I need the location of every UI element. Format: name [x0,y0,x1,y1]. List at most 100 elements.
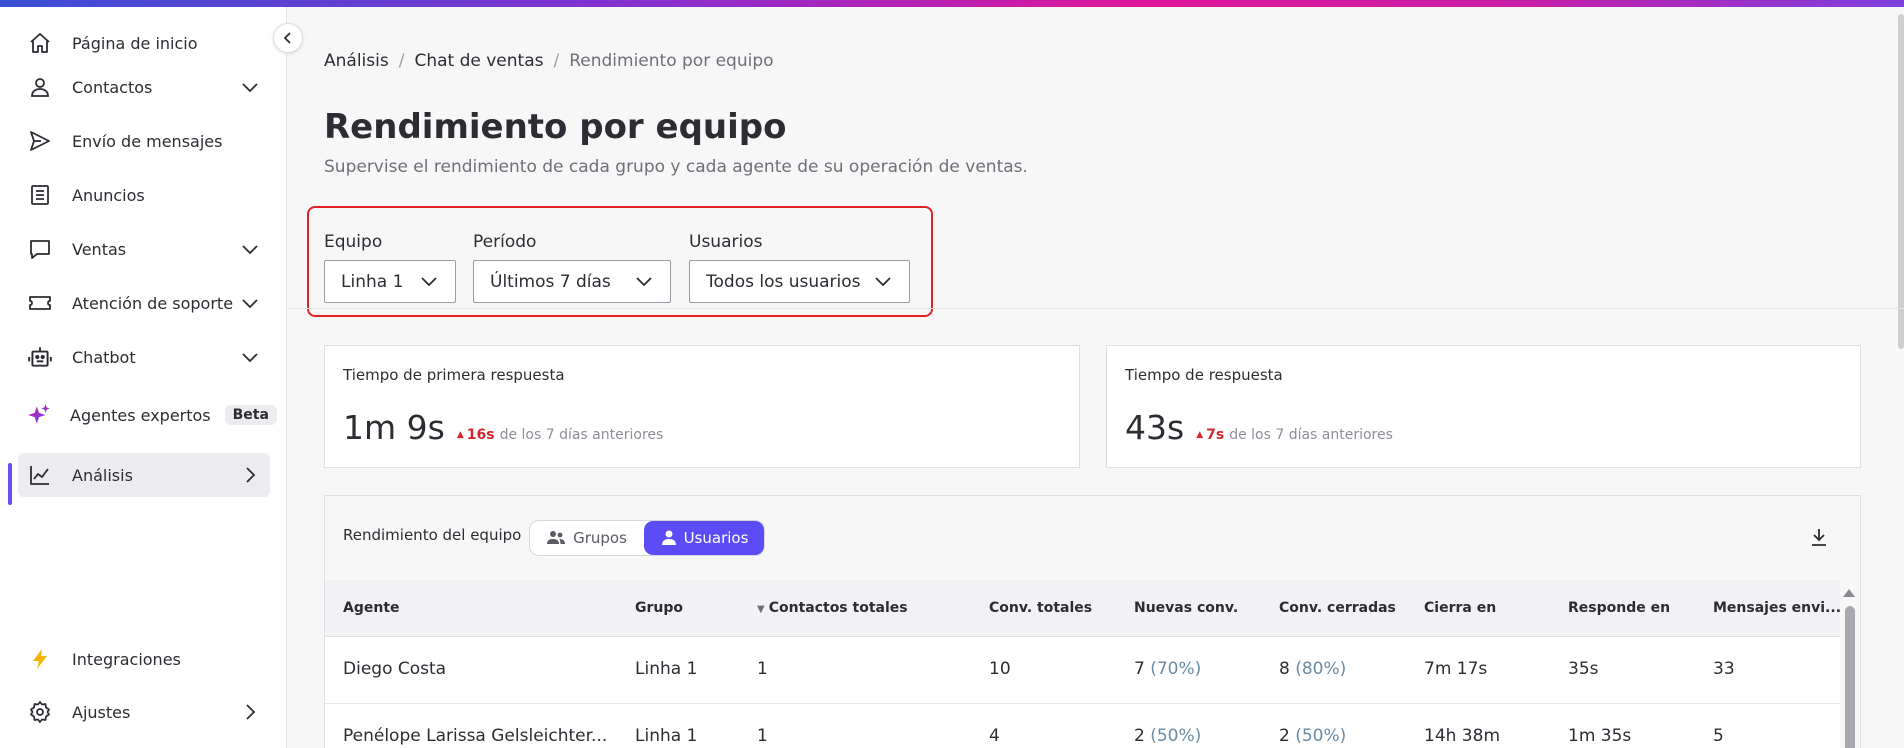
users-toggle-label: Usuarios [683,529,749,547]
home-icon [26,29,54,57]
cell-percent: (50%) [1295,726,1347,746]
chevron-right-icon [246,704,256,720]
column-header-total-convs[interactable]: Conv. totales [989,600,1092,616]
column-header-closed-convs[interactable]: Conv. cerradas [1279,600,1396,616]
period-select[interactable]: Últimos 7 días [473,260,671,303]
section-divider [288,308,1904,309]
cell-total-convs: 10 [989,659,1011,679]
table-row[interactable]: Penélope Larissa Gelsleichter... Linha 1… [325,704,1842,748]
metric-value: 43s [1125,408,1185,447]
table-scroll-thumb[interactable] [1845,606,1855,748]
cell-new-convs: 7 (70%) [1134,659,1201,679]
cell-group: Linha 1 [635,726,698,746]
metric-delta-value: 7s [1206,427,1225,443]
chevron-down-icon [421,276,437,286]
sidebar-item-support[interactable]: Atención de soporte [18,281,270,325]
table-row[interactable]: Diego Costa Linha 1 1 10 7 (70%) 8 (80%)… [325,637,1842,704]
metric-title: Tiempo de primera respuesta [343,366,565,384]
team-filter: Equipo Linha 1 [324,232,456,303]
column-header-new-convs[interactable]: Nuevas conv. [1134,600,1238,616]
cell-value: 8 [1279,659,1290,679]
sidebar-item-integrations[interactable]: Integraciones [18,637,270,681]
cell-percent: (70%) [1150,659,1202,679]
users-filter-label: Usuarios [689,232,763,252]
sidebar-item-settings[interactable]: Ajustes [18,690,270,734]
sidebar-item-expert-agents[interactable]: Agentes expertos Beta [18,393,277,437]
sidebar: Página de inicio Contactos Envío de mens… [0,7,287,748]
breadcrumb-current: Rendimiento por equipo [569,51,774,71]
groups-toggle-button[interactable]: Grupos [530,521,644,555]
metric-comparison: de los 7 días anteriores [499,427,664,443]
sidebar-item-label: Chatbot [72,347,136,367]
sparkle-icon [26,401,52,429]
main-content: Análisis / Chat de ventas / Rendimiento por … [288,7,1904,748]
users-filter: Usuarios Todos los usuarios [689,232,910,303]
sidebar-item-label: Ventas [72,239,127,259]
cell-agent: Diego Costa [343,659,447,679]
cell-responds-in: 1m 35s [1568,726,1632,746]
chevron-right-icon [246,467,256,483]
table-header: Agente Grupo ▼ Contactos totales Conv. to… [325,580,1842,637]
chevron-down-icon [242,245,258,255]
column-header-agent[interactable]: Agente [343,600,400,616]
breadcrumb-link-analytics[interactable]: Análisis [324,51,389,71]
metric-comparison: de los 7 días anteriores [1229,427,1393,443]
cell-messages: 33 [1713,659,1735,679]
users-select[interactable]: Todos los usuarios [689,260,910,303]
breadcrumb: Análisis / Chat de ventas / Rendimiento por … [324,51,774,71]
metric-delta-value: 16s [466,427,495,443]
team-select[interactable]: Linha 1 [324,260,456,303]
cell-value: 2 [1279,726,1290,746]
column-header-total-contacts[interactable]: ▼ Contactos totales [757,600,908,616]
team-performance-title: Rendimiento del equipo [343,526,522,544]
triangle-up-icon: ▲ [456,430,464,440]
metric-delta: ▲ 16s [457,427,495,443]
page-scrollbar[interactable] [1898,14,1904,349]
collapse-sidebar-button[interactable] [273,23,303,53]
team-select-value: Linha 1 [341,271,404,292]
sidebar-item-sales[interactable]: Ventas [18,227,270,271]
cell-percent: (80%) [1295,659,1347,679]
sidebar-item-chatbot[interactable]: Chatbot [18,335,270,379]
sidebar-item-label: Atención de soporte [72,293,234,313]
breadcrumb-separator: / [553,51,560,71]
chart-line-icon [26,461,54,489]
breadcrumb-link-sales-chat[interactable]: Chat de ventas [414,51,543,71]
sidebar-item-messaging[interactable]: Envío de mensajes [18,119,270,163]
sidebar-item-label: Envío de mensajes [72,131,223,151]
send-icon [26,127,54,155]
sidebar-item-analytics[interactable]: Análisis [18,453,270,497]
column-header-messages-sent[interactable]: Mensajes envi... [1713,600,1841,616]
sidebar-item-label: Contactos [72,77,153,97]
cell-contacts: 1 [757,726,768,746]
sidebar-item-ads[interactable]: Anuncios [18,173,270,217]
gear-icon [26,698,54,726]
team-filter-label: Equipo [324,232,383,252]
cell-closes-in: 7m 17s [1424,659,1488,679]
download-icon[interactable] [1808,526,1830,548]
first-response-time-card: Tiempo de primera respuesta 1m 9s ▲ 16s d… [324,345,1080,468]
column-header-closes-in[interactable]: Cierra en [1424,600,1496,616]
sidebar-item-home[interactable]: Página de inicio [18,21,270,65]
sidebar-item-label: Ajustes [72,702,131,722]
period-filter: Período Últimos 7 días [473,232,671,303]
metric-value: 1m 9s [343,408,445,447]
chevron-down-icon [875,276,891,286]
cell-total-convs: 4 [989,726,1000,746]
chevron-down-icon [242,353,258,363]
cell-closes-in: 14h 38m [1424,726,1501,746]
column-header-group[interactable]: Grupo [635,600,683,616]
cell-contacts: 1 [757,659,768,679]
lightning-icon [26,645,54,673]
users-toggle-button[interactable]: Usuarios [644,521,764,555]
users-select-value: Todos los usuarios [706,271,861,292]
column-header-responds-in[interactable]: Responde en [1568,600,1670,616]
cell-responds-in: 35s [1568,659,1599,679]
cell-group: Linha 1 [635,659,698,679]
sidebar-item-label: Anuncios [72,185,145,205]
sidebar-item-label: Agentes expertos [70,405,211,425]
scroll-up-arrow-icon[interactable] [1843,589,1855,597]
cell-percent: (50%) [1150,726,1202,746]
user-icon [26,73,54,101]
sidebar-item-contacts[interactable]: Contactos [18,65,270,109]
